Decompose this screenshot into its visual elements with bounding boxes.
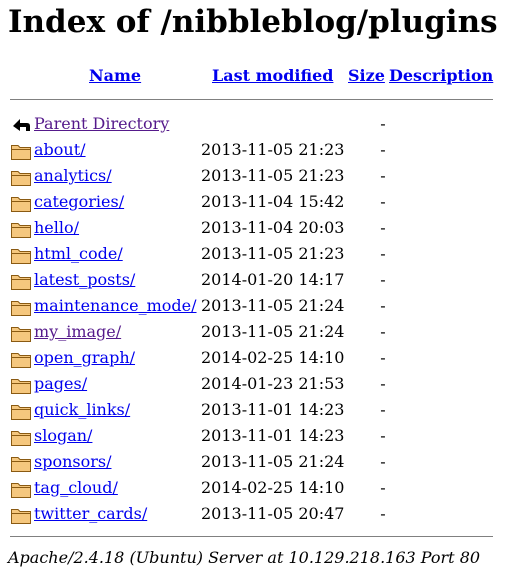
header-divider [10, 99, 493, 101]
folder-icon [10, 167, 32, 187]
folder-icon [10, 323, 32, 343]
modified-cell: 2014-01-20 14:17 [201, 270, 345, 289]
table-row: sponsors/2013-11-05 21:24 - [0, 452, 519, 478]
table-row: categories/2013-11-04 15:42 - [0, 192, 519, 218]
size-cell: - [380, 114, 386, 133]
table-row: quick_links/2013-11-01 14:23 - [0, 400, 519, 426]
modified-cell: 2013-11-01 14:23 [201, 400, 345, 419]
size-cell: - [380, 504, 386, 523]
size-cell: - [380, 192, 386, 211]
size-cell: - [380, 478, 386, 497]
folder-link[interactable]: my_image/ [34, 322, 121, 342]
back-arrow-icon [10, 115, 32, 135]
size-cell: - [380, 296, 386, 315]
table-row: my_image/2013-11-05 21:24 - [0, 322, 519, 348]
modified-cell: 2013-11-04 15:42 [201, 192, 345, 211]
size-cell: - [380, 426, 386, 445]
size-cell: - [380, 166, 386, 185]
modified-cell: 2013-11-04 20:03 [201, 218, 345, 237]
modified-cell: 2013-11-05 21:24 [201, 452, 345, 471]
folder-icon [10, 141, 32, 161]
size-cell: - [380, 348, 386, 367]
folder-link[interactable]: hello/ [34, 218, 79, 238]
size-cell: - [380, 452, 386, 471]
footer-divider [10, 536, 493, 538]
folder-link[interactable]: quick_links/ [34, 400, 130, 420]
table-row: about/2013-11-05 21:23 - [0, 140, 519, 166]
table-row: latest_posts/2014-01-20 14:17 - [0, 270, 519, 296]
folder-link[interactable]: html_code/ [34, 244, 123, 264]
size-cell: - [380, 244, 386, 263]
table-row: hello/2013-11-04 20:03 - [0, 218, 519, 244]
folder-link[interactable]: analytics/ [34, 166, 112, 186]
table-row: analytics/2013-11-05 21:23 - [0, 166, 519, 192]
modified-cell: 2013-11-05 21:24 [201, 322, 345, 341]
folder-link[interactable]: open_graph/ [34, 348, 135, 368]
folder-icon [10, 401, 32, 421]
modified-cell: 2014-01-23 21:53 [201, 374, 345, 393]
folder-icon [10, 505, 32, 525]
folder-link[interactable]: twitter_cards/ [34, 504, 147, 524]
folder-icon [10, 193, 32, 213]
size-cell: - [380, 400, 386, 419]
modified-cell: 2013-11-05 20:47 [201, 504, 345, 523]
table-row: twitter_cards/2013-11-05 20:47 - [0, 504, 519, 530]
folder-link[interactable]: pages/ [34, 374, 87, 394]
modified-cell: 2013-11-05 21:23 [201, 166, 345, 185]
modified-cell: 2014-02-25 14:10 [201, 478, 345, 497]
parent-directory-row: Parent Directory - [0, 114, 519, 140]
folder-link[interactable]: tag_cloud/ [34, 478, 118, 498]
table-row: tag_cloud/2014-02-25 14:10 - [0, 478, 519, 504]
size-cell: - [380, 322, 386, 341]
sort-by-last-modified-link[interactable]: Last modified [212, 66, 333, 86]
folder-icon [10, 271, 32, 291]
modified-cell: 2013-11-05 21:23 [201, 244, 345, 263]
sort-by-description-link[interactable]: Description [389, 66, 493, 86]
folder-icon [10, 427, 32, 447]
sort-by-size-link[interactable]: Size [348, 66, 385, 86]
folder-icon [10, 245, 32, 265]
modified-cell: 2013-11-05 21:24 [201, 296, 345, 315]
modified-cell: 2013-11-05 21:23 [201, 140, 345, 159]
size-cell: - [380, 218, 386, 237]
folder-icon [10, 349, 32, 369]
table-row: slogan/2013-11-01 14:23 - [0, 426, 519, 452]
folder-icon [10, 453, 32, 473]
size-cell: - [380, 270, 386, 289]
folder-link[interactable]: latest_posts/ [34, 270, 135, 290]
parent-directory-link[interactable]: Parent Directory [34, 114, 169, 134]
sort-by-name-link[interactable]: Name [89, 66, 141, 86]
folder-icon [10, 219, 32, 239]
modified-cell: 2013-11-01 14:23 [201, 426, 345, 445]
folder-icon [10, 297, 32, 317]
table-row: maintenance_mode/2013-11-05 21:24 - [0, 296, 519, 322]
folder-icon [10, 375, 32, 395]
folder-link[interactable]: maintenance_mode/ [34, 296, 197, 316]
modified-cell: 2014-02-25 14:10 [201, 348, 345, 367]
size-cell: - [380, 374, 386, 393]
folder-link[interactable]: slogan/ [34, 426, 92, 446]
table-row: pages/2014-01-23 21:53 - [0, 374, 519, 400]
size-cell: - [380, 140, 386, 159]
folder-link[interactable]: about/ [34, 140, 86, 160]
table-row: open_graph/2014-02-25 14:10 - [0, 348, 519, 374]
folder-link[interactable]: sponsors/ [34, 452, 111, 472]
page-title: Index of /nibbleblog/plugins [8, 4, 498, 40]
server-signature: Apache/2.4.18 (Ubuntu) Server at 10.129.… [8, 548, 481, 567]
folder-icon [10, 479, 32, 499]
table-row: html_code/2013-11-05 21:23 - [0, 244, 519, 270]
folder-link[interactable]: categories/ [34, 192, 124, 212]
